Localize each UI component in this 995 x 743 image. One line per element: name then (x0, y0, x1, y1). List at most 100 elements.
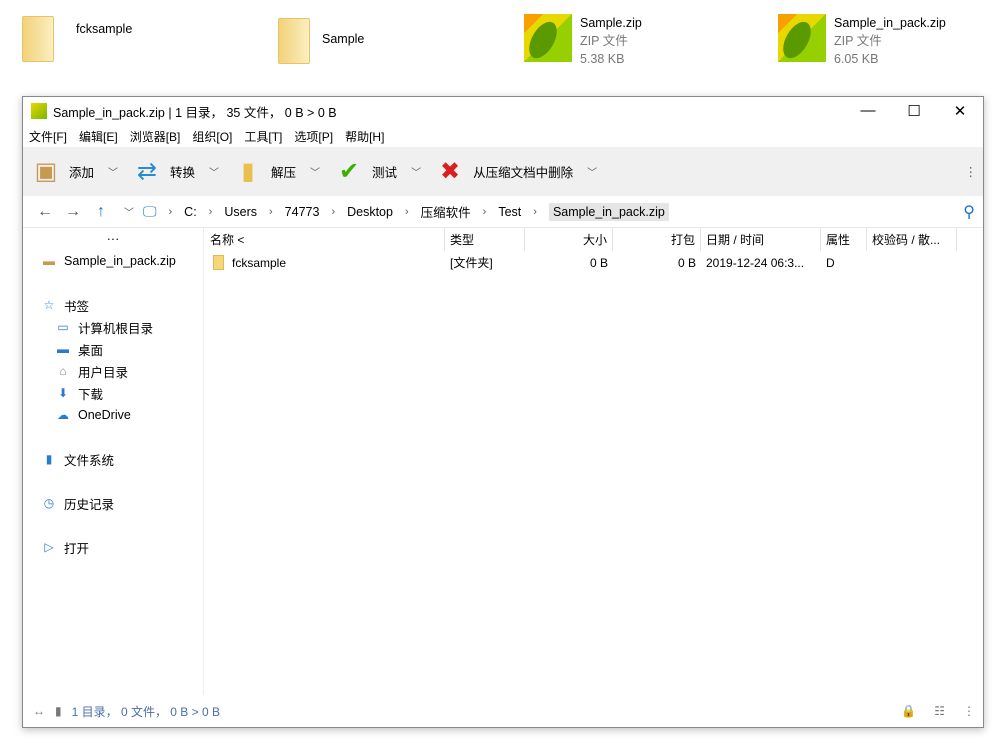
filesystem-icon: ▮ (45, 452, 53, 466)
lock-icon[interactable]: 🔒 (901, 704, 916, 718)
chevron-right-icon: › (331, 205, 336, 218)
column-size[interactable]: 大小 (525, 228, 613, 251)
desktop-item-sample-zip[interactable]: Sample.zip ZIP 文件 5.38 KB (524, 14, 642, 68)
archive-icon: ▬ (43, 254, 55, 268)
crumb-archive[interactable]: Sample_in_pack.zip (548, 202, 669, 221)
sidebar-filesystem[interactable]: ▮ 文件系统 (23, 448, 203, 470)
add-button[interactable]: ▣ 添加 ﹀ (31, 157, 118, 187)
forward-arrow-icon[interactable]: → (59, 203, 87, 221)
convert-button[interactable]: ⇄ 转换 ﹀ (132, 157, 219, 187)
check-icon: ✔ (338, 157, 360, 185)
sidebar-label: 打开 (64, 541, 90, 556)
chevron-down-icon[interactable]: ﹀ (310, 164, 320, 179)
crumb-c[interactable]: C: (184, 205, 197, 219)
sidebar-label: 用户目录 (78, 365, 129, 380)
cell-date: 2019-12-24 06:3... (706, 255, 805, 270)
test-button[interactable]: ✔ 测试 ﹀ (334, 157, 421, 187)
desktop-icon: ▬ (57, 342, 69, 356)
menu-file[interactable]: 文件[F] (29, 128, 67, 145)
sidebar-item-downloads[interactable]: ⬇ 下载 (23, 382, 203, 404)
menu-tools[interactable]: 工具[T] (244, 128, 282, 145)
download-icon: ⬇ (57, 386, 69, 400)
sidebar-history[interactable]: ◷ 历史记录 (23, 492, 203, 514)
resize-panels-icon[interactable]: ↔ (33, 704, 45, 718)
crumb-users[interactable]: Users (224, 205, 257, 219)
extract-button[interactable]: ▮ 解压 ﹀ (233, 157, 320, 187)
chevron-down-icon[interactable]: ﹀ (209, 164, 219, 179)
chevron-right-icon: › (208, 205, 213, 218)
menu-browser[interactable]: 浏览器[B] (130, 128, 181, 145)
column-header: 名称 < 类型 大小 打包 日期 / 时间 属性 校验码 / 散... (205, 228, 983, 251)
sidebar-label: 书签 (64, 299, 90, 314)
crumb-test[interactable]: Test (498, 205, 521, 219)
more-options-icon[interactable]: ⋮ (965, 164, 978, 179)
desktop-item-size: 6.05 KB (834, 52, 879, 66)
cloud-icon: ☁ (57, 408, 69, 422)
delete-label: 从压缩文档中删除 (473, 166, 574, 180)
close-button[interactable]: ✕ (937, 102, 983, 120)
sidebar-label: 文件系统 (64, 453, 115, 468)
column-type[interactable]: 类型 (445, 228, 525, 251)
column-name[interactable]: 名称 < (205, 228, 445, 251)
peazip-icon (778, 14, 826, 62)
table-row[interactable]: fcksample [文件夹] 0 B 0 B 2019-12-24 06:3.… (205, 251, 983, 274)
sidebar-label: 下载 (78, 387, 104, 402)
sidebar-item-onedrive[interactable]: ☁ OneDrive (23, 404, 203, 426)
convert-label: 转换 (170, 166, 196, 180)
sidebar-open[interactable]: ▷ 打开 (23, 536, 203, 558)
column-date[interactable]: 日期 / 时间 (701, 228, 821, 251)
sidebar-archive[interactable]: ▬ Sample_in_pack.zip (23, 250, 203, 272)
column-attributes[interactable]: 属性 (821, 228, 867, 251)
minimize-button[interactable]: — (845, 102, 891, 120)
computer-icon: ▭ (57, 320, 69, 334)
chevron-down-icon[interactable]: ﹀ (411, 164, 421, 179)
desktop-item-label: fcksample (76, 22, 133, 36)
crumb-desktop[interactable]: Desktop (347, 205, 393, 219)
sidebar-label: Sample_in_pack.zip (64, 254, 176, 268)
folder-icon (278, 18, 310, 64)
app-icon (31, 103, 47, 119)
sidebar-label: 计算机根目录 (78, 321, 154, 336)
chevron-down-icon[interactable]: ﹀ (108, 164, 118, 179)
crumb-folder[interactable]: 压缩软件 (421, 202, 471, 221)
computer-icon[interactable]: 🖵 (143, 203, 157, 220)
history-dropdown-icon[interactable]: ﹀ (115, 204, 143, 219)
sidebar-label: OneDrive (78, 408, 131, 422)
desktop-item-fcksample[interactable]: fcksample (22, 16, 132, 62)
sidebar-item-desktop[interactable]: ▬ 桌面 (23, 338, 203, 360)
clock-icon: ◷ (43, 496, 55, 510)
address-bar: ← → ↑ ﹀ 🖵 › C: › Users › 74773 › Desktop › 压缩… (23, 196, 983, 228)
delete-button[interactable]: ✖ 从压缩文档中删除 ﹀ (435, 157, 597, 187)
desktop-item-sample[interactable]: Sample (278, 18, 364, 64)
play-icon: ▷ (44, 540, 54, 554)
cell-packed: 0 B (677, 255, 696, 270)
file-name: fcksample (232, 255, 287, 270)
add-label: 添加 (69, 166, 95, 180)
more-options-icon[interactable]: ⋮ (963, 704, 975, 718)
menu-help[interactable]: 帮助[H] (345, 128, 384, 145)
chevron-right-icon: › (168, 205, 173, 218)
up-arrow-icon[interactable]: ↑ (87, 203, 115, 221)
menu-options[interactable]: 选项[P] (294, 128, 333, 145)
home-icon: ⌂ (59, 364, 67, 378)
extract-label: 解压 (271, 166, 297, 180)
menu-organize[interactable]: 组织[O] (192, 128, 232, 145)
sidebar-item-computer-root[interactable]: ▭ 计算机根目录 (23, 316, 203, 338)
chevron-down-icon[interactable]: ﹀ (587, 164, 597, 179)
sidebar-item-home[interactable]: ⌂ 用户目录 (23, 360, 203, 382)
column-packed[interactable]: 打包 (613, 228, 701, 251)
column-checksum[interactable]: 校验码 / 散... (867, 228, 957, 251)
convert-icon: ⇄ (136, 157, 158, 185)
desktop-item-sample-in-pack-zip[interactable]: Sample_in_pack.zip ZIP 文件 6.05 KB (778, 14, 946, 68)
peazip-window: Sample_in_pack.zip | 1 目录， 35 文件， 0 B > … (22, 96, 984, 728)
details-view-icon[interactable]: ☷ (934, 704, 945, 718)
search-icon[interactable]: ⚲ (963, 202, 975, 222)
back-arrow-icon[interactable]: ← (31, 203, 59, 221)
sidebar-bookmarks[interactable]: ☆ 书签 (23, 294, 203, 316)
star-icon: ☆ (43, 298, 55, 312)
maximize-button[interactable]: ☐ (891, 102, 937, 120)
test-label: 测试 (372, 166, 398, 180)
menu-edit[interactable]: 编辑[E] (79, 128, 118, 145)
sidebar-more[interactable]: ··· (23, 228, 203, 250)
crumb-user[interactable]: 74773 (285, 205, 320, 219)
